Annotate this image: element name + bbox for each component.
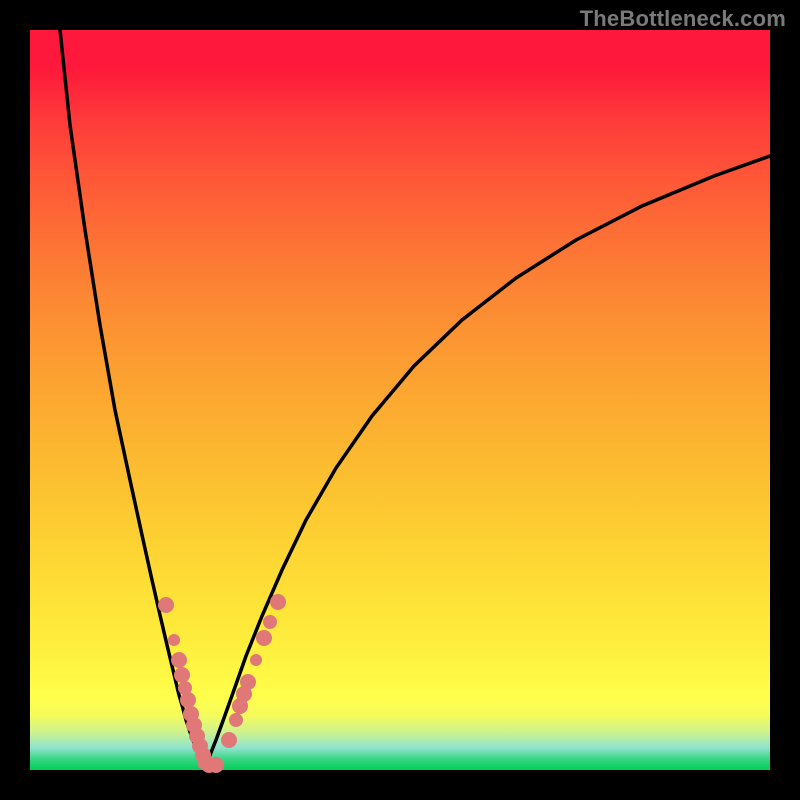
data-point bbox=[221, 732, 237, 748]
data-point bbox=[240, 674, 256, 690]
chart-svg bbox=[30, 30, 770, 770]
chart-frame: TheBottleneck.com bbox=[0, 0, 800, 800]
data-point bbox=[263, 615, 277, 629]
data-point bbox=[270, 594, 286, 610]
data-point bbox=[208, 757, 224, 773]
right-curve bbox=[205, 156, 770, 765]
data-point bbox=[229, 713, 243, 727]
data-point bbox=[171, 652, 187, 668]
data-point bbox=[250, 654, 262, 666]
data-point bbox=[174, 667, 190, 683]
watermark-text: TheBottleneck.com bbox=[580, 6, 786, 32]
data-point bbox=[256, 630, 272, 646]
plot-area bbox=[30, 30, 770, 770]
data-point bbox=[158, 597, 174, 613]
data-point bbox=[180, 692, 196, 708]
data-point bbox=[168, 634, 180, 646]
